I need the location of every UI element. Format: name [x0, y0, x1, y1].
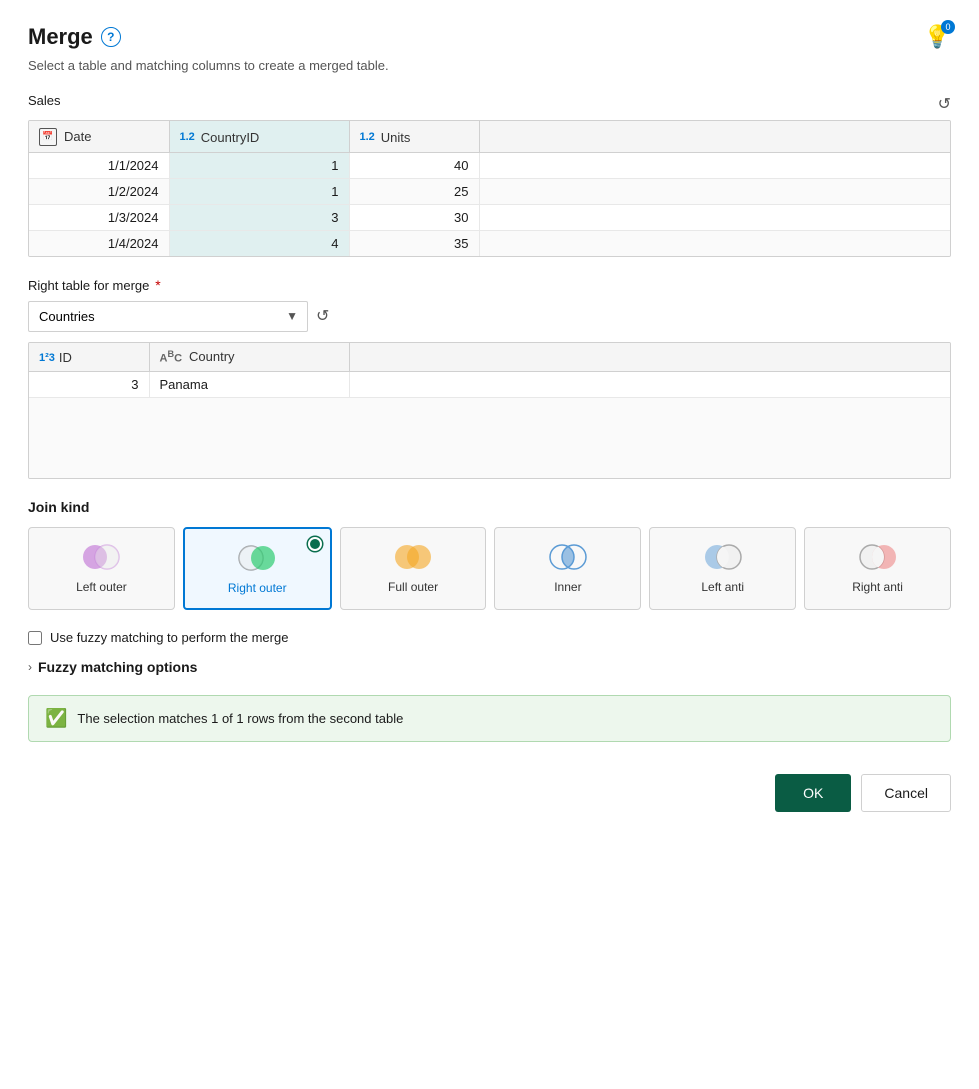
join-kind-label: Join kind — [28, 499, 951, 515]
sales-row4-units: 35 — [349, 230, 479, 256]
table-row: 1/4/2024 4 35 — [29, 230, 950, 256]
lightbulb-area[interactable]: 💡 0 — [924, 24, 951, 50]
table-row-empty — [29, 398, 950, 478]
page-title: Merge — [28, 24, 93, 50]
selected-dot — [308, 537, 322, 551]
table-row: 1/1/2024 1 40 — [29, 152, 950, 178]
right-col-id-label: ID — [59, 350, 72, 365]
fuzzy-options-label: Fuzzy matching options — [38, 659, 197, 675]
sales-row4-countryid: 4 — [169, 230, 349, 256]
sales-row3-countryid: 3 — [169, 204, 349, 230]
join-card-full-outer[interactable]: Full outer — [340, 527, 487, 611]
dropdown-row: Countries ▼ ↺ — [28, 301, 951, 332]
join-card-full-outer-label: Full outer — [388, 580, 438, 596]
table-row: 3 Panama — [29, 372, 950, 398]
empty-space — [29, 398, 950, 478]
sales-row1-date: 1/1/2024 — [29, 152, 169, 178]
fuzzy-matching-row: Use fuzzy matching to perform the merge — [28, 630, 951, 645]
right-table-label-row: Right table for merge * — [28, 277, 951, 293]
country-type-label: ABC — [160, 349, 183, 365]
table-row: 1/2/2024 1 25 — [29, 178, 950, 204]
join-card-left-anti-label: Left anti — [701, 580, 744, 596]
join-card-right-anti-label: Right anti — [852, 580, 903, 596]
right-row1-id: 3 — [29, 372, 149, 398]
status-message: ✅ The selection matches 1 of 1 rows from… — [28, 695, 951, 742]
lightbulb-badge: 0 — [941, 20, 955, 34]
join-card-left-outer-label: Left outer — [76, 580, 127, 596]
footer-buttons: OK Cancel — [28, 766, 951, 812]
required-star: * — [155, 277, 160, 293]
right-anti-icon — [856, 542, 900, 572]
fuzzy-matching-label[interactable]: Use fuzzy matching to perform the merge — [50, 630, 288, 645]
sales-row2-date: 1/2/2024 — [29, 178, 169, 204]
date-icon: 📅 — [39, 128, 57, 146]
sales-col-units[interactable]: 1.2 Units — [349, 121, 479, 152]
sales-row3-units: 30 — [349, 204, 479, 230]
title-area: Merge ? — [28, 24, 121, 50]
right-col-id[interactable]: 1²3 ID — [29, 343, 149, 372]
table-row: 1/3/2024 3 30 — [29, 204, 950, 230]
sales-row2-units: 25 — [349, 178, 479, 204]
sales-row3-empty — [479, 204, 950, 230]
join-card-right-outer[interactable]: Right outer — [183, 527, 332, 611]
status-text: The selection matches 1 of 1 rows from t… — [77, 711, 403, 726]
units-type: 1.2 — [360, 131, 375, 143]
sales-row2-countryid: 1 — [169, 178, 349, 204]
header-row: Merge ? 💡 0 — [28, 24, 951, 50]
sales-col-date-label: Date — [64, 129, 91, 144]
sales-row4-date: 1/4/2024 — [29, 230, 169, 256]
left-anti-icon — [701, 542, 745, 572]
sales-label: Sales — [28, 93, 61, 108]
sales-refresh-icon[interactable]: ↺ — [938, 94, 951, 114]
fuzzy-options-chevron-icon: › — [28, 660, 32, 674]
join-card-inner-label: Inner — [554, 580, 581, 596]
help-icon[interactable]: ? — [101, 27, 121, 47]
right-row1-country: Panama — [149, 372, 349, 398]
sales-row1-units: 40 — [349, 152, 479, 178]
inner-icon — [546, 542, 590, 572]
join-card-left-outer[interactable]: Left outer — [28, 527, 175, 611]
sales-row2-empty — [479, 178, 950, 204]
right-col-empty — [349, 343, 950, 372]
right-table-dropdown-wrapper: Countries ▼ — [28, 301, 308, 332]
sales-table: 📅 Date 1.2 CountryID 1.2 Units — [29, 121, 950, 256]
sales-row1-empty — [479, 152, 950, 178]
right-table-container: 1²3 ID ABC Country 3 Panama — [28, 342, 951, 479]
right-col-country-label: Country — [189, 349, 235, 364]
sales-section-header: Sales ↺ — [28, 93, 951, 114]
sales-col-date[interactable]: 📅 Date — [29, 121, 169, 152]
fuzzy-options-row[interactable]: › Fuzzy matching options — [28, 659, 951, 675]
sales-col-countryid-label: CountryID — [201, 130, 260, 145]
join-card-inner[interactable]: Inner — [494, 527, 641, 611]
right-table: 1²3 ID ABC Country 3 Panama — [29, 343, 950, 478]
join-card-right-outer-label: Right outer — [228, 581, 287, 597]
sales-row4-empty — [479, 230, 950, 256]
sales-row1-countryid: 1 — [169, 152, 349, 178]
sales-row3-date: 1/3/2024 — [29, 204, 169, 230]
status-check-icon: ✅ — [45, 708, 67, 729]
subtitle: Select a table and matching columns to c… — [28, 58, 951, 73]
fuzzy-matching-checkbox[interactable] — [28, 631, 42, 645]
sales-col-countryid[interactable]: 1.2 CountryID — [169, 121, 349, 152]
join-card-left-anti[interactable]: Left anti — [649, 527, 796, 611]
sales-table-container: 📅 Date 1.2 CountryID 1.2 Units — [28, 120, 951, 257]
ok-button[interactable]: OK — [775, 774, 851, 812]
right-outer-icon — [235, 543, 279, 573]
full-outer-icon — [391, 542, 435, 572]
right-table-label: Right table for merge — [28, 278, 149, 293]
right-table-refresh-icon[interactable]: ↺ — [316, 306, 329, 326]
sales-col-units-label: Units — [381, 130, 411, 145]
right-col-country[interactable]: ABC Country — [149, 343, 349, 372]
join-options: Left outer Right outer Full outer Inner — [28, 527, 951, 611]
id-type-label: 1²3 — [39, 352, 55, 364]
right-table-dropdown[interactable]: Countries — [28, 301, 308, 332]
right-row1-empty — [349, 372, 950, 398]
countryid-type: 1.2 — [180, 131, 195, 143]
left-outer-icon — [79, 542, 123, 572]
cancel-button[interactable]: Cancel — [861, 774, 951, 812]
join-card-right-anti[interactable]: Right anti — [804, 527, 951, 611]
sales-col-empty — [479, 121, 950, 152]
